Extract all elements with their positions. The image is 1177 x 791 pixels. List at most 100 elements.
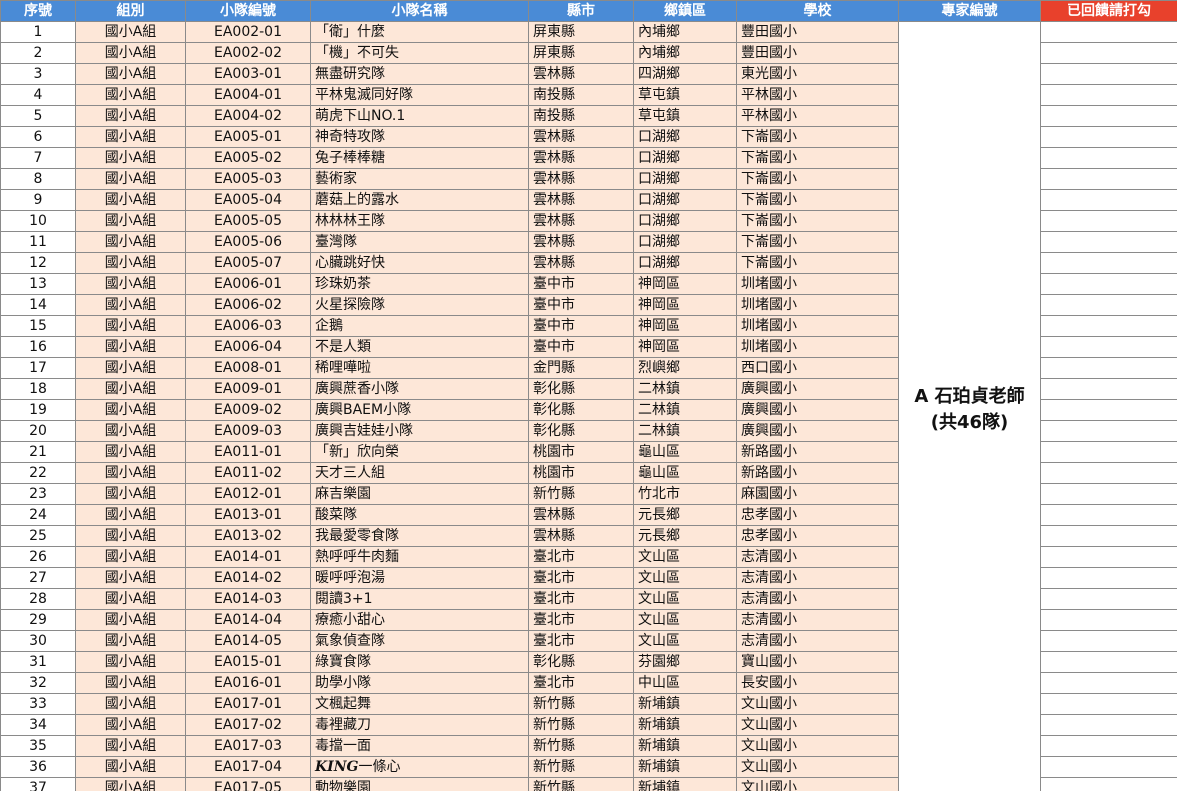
cell-index[interactable]: 25 [0, 525, 76, 547]
cell-county[interactable]: 新竹縣 [528, 693, 634, 715]
cell-school[interactable]: 下崙國小 [736, 252, 899, 274]
cell-township[interactable]: 元長鄉 [633, 504, 737, 526]
cell-township[interactable]: 內埔鄉 [633, 21, 737, 43]
cell-team-id[interactable]: EA005-03 [185, 168, 311, 190]
cell-team-name[interactable]: 暖呼呼泡湯 [310, 567, 529, 589]
cell-team-id[interactable]: EA017-05 [185, 777, 311, 791]
cell-township[interactable]: 文山區 [633, 609, 737, 631]
cell-county[interactable]: 屏東縣 [528, 21, 634, 43]
cell-index[interactable]: 26 [0, 546, 76, 568]
cell-team-name[interactable]: 熱呼呼牛肉麵 [310, 546, 529, 568]
cell-team-id[interactable]: EA006-02 [185, 294, 311, 316]
cell-feedback-check[interactable] [1040, 525, 1177, 547]
cell-team-id[interactable]: EA008-01 [185, 357, 311, 379]
cell-feedback-check[interactable] [1040, 420, 1177, 442]
header-cell-county[interactable]: 縣市 [528, 0, 634, 22]
cell-team-id[interactable]: EA002-01 [185, 21, 311, 43]
cell-team-name[interactable]: KING一條心 [310, 756, 529, 778]
cell-team-name[interactable]: 我最愛零食隊 [310, 525, 529, 547]
cell-township[interactable]: 神岡區 [633, 315, 737, 337]
cell-feedback-check[interactable] [1040, 147, 1177, 169]
cell-county[interactable]: 雲林縣 [528, 210, 634, 232]
cell-team-name[interactable]: 火星探險隊 [310, 294, 529, 316]
cell-group[interactable]: 國小A組 [75, 504, 186, 526]
cell-team-id[interactable]: EA002-02 [185, 42, 311, 64]
cell-county[interactable]: 金門縣 [528, 357, 634, 379]
cell-team-name[interactable]: 珍珠奶茶 [310, 273, 529, 295]
cell-team-name[interactable]: 兔子棒棒糖 [310, 147, 529, 169]
cell-team-name[interactable]: 稀哩嘩啦 [310, 357, 529, 379]
cell-team-id[interactable]: EA017-04 [185, 756, 311, 778]
cell-group[interactable]: 國小A組 [75, 357, 186, 379]
cell-feedback-check[interactable] [1040, 336, 1177, 358]
cell-township[interactable]: 烈嶼鄉 [633, 357, 737, 379]
cell-group[interactable]: 國小A組 [75, 462, 186, 484]
cell-county[interactable]: 臺北市 [528, 609, 634, 631]
cell-school[interactable]: 忠孝國小 [736, 525, 899, 547]
cell-feedback-check[interactable] [1040, 756, 1177, 778]
cell-index[interactable]: 4 [0, 84, 76, 106]
cell-county[interactable]: 臺北市 [528, 630, 634, 652]
cell-group[interactable]: 國小A組 [75, 693, 186, 715]
cell-team-id[interactable]: EA015-01 [185, 651, 311, 673]
cell-team-name[interactable]: 無盡研究隊 [310, 63, 529, 85]
cell-team-name[interactable]: 毒擋一面 [310, 735, 529, 757]
cell-index[interactable]: 29 [0, 609, 76, 631]
cell-feedback-check[interactable] [1040, 504, 1177, 526]
cell-team-id[interactable]: EA014-05 [185, 630, 311, 652]
cell-group[interactable]: 國小A組 [75, 441, 186, 463]
cell-township[interactable]: 龜山區 [633, 441, 737, 463]
cell-team-name[interactable]: 「衛」什麼 [310, 21, 529, 43]
cell-group[interactable]: 國小A組 [75, 420, 186, 442]
cell-county[interactable]: 臺中市 [528, 336, 634, 358]
cell-feedback-check[interactable] [1040, 777, 1177, 791]
cell-team-id[interactable]: EA004-02 [185, 105, 311, 127]
cell-county[interactable]: 彰化縣 [528, 399, 634, 421]
cell-group[interactable]: 國小A組 [75, 630, 186, 652]
cell-team-name[interactable]: 平林鬼滅同好隊 [310, 84, 529, 106]
cell-group[interactable]: 國小A組 [75, 210, 186, 232]
cell-index[interactable]: 18 [0, 378, 76, 400]
cell-index[interactable]: 10 [0, 210, 76, 232]
cell-group[interactable]: 國小A組 [75, 483, 186, 505]
cell-team-id[interactable]: EA009-03 [185, 420, 311, 442]
cell-group[interactable]: 國小A組 [75, 714, 186, 736]
cell-team-name[interactable]: 蘑菇上的露水 [310, 189, 529, 211]
cell-county[interactable]: 新竹縣 [528, 735, 634, 757]
cell-team-name[interactable]: 療癒小甜心 [310, 609, 529, 631]
cell-team-name[interactable]: 動物樂園 [310, 777, 529, 791]
cell-township[interactable]: 口湖鄉 [633, 147, 737, 169]
cell-feedback-check[interactable] [1040, 294, 1177, 316]
cell-team-id[interactable]: EA016-01 [185, 672, 311, 694]
header-cell-index[interactable]: 序號 [0, 0, 76, 22]
cell-school[interactable]: 下崙國小 [736, 210, 899, 232]
cell-township[interactable]: 新埔鎮 [633, 693, 737, 715]
cell-school[interactable]: 廣興國小 [736, 420, 899, 442]
cell-team-name[interactable]: 天才三人組 [310, 462, 529, 484]
cell-index[interactable]: 36 [0, 756, 76, 778]
cell-team-name[interactable]: 綠寶食隊 [310, 651, 529, 673]
cell-group[interactable]: 國小A組 [75, 546, 186, 568]
cell-school[interactable]: 新路國小 [736, 441, 899, 463]
cell-feedback-check[interactable] [1040, 588, 1177, 610]
cell-index[interactable]: 21 [0, 441, 76, 463]
cell-index[interactable]: 11 [0, 231, 76, 253]
cell-county[interactable]: 桃園市 [528, 441, 634, 463]
cell-township[interactable]: 二林鎮 [633, 378, 737, 400]
cell-school[interactable]: 平林國小 [736, 84, 899, 106]
cell-township[interactable]: 龜山區 [633, 462, 737, 484]
cell-team-id[interactable]: EA003-01 [185, 63, 311, 85]
cell-school[interactable]: 圳堵國小 [736, 315, 899, 337]
cell-county[interactable]: 臺北市 [528, 588, 634, 610]
cell-group[interactable]: 國小A組 [75, 63, 186, 85]
cell-county[interactable]: 新竹縣 [528, 756, 634, 778]
cell-county[interactable]: 雲林縣 [528, 147, 634, 169]
cell-team-id[interactable]: EA014-03 [185, 588, 311, 610]
cell-school[interactable]: 下崙國小 [736, 189, 899, 211]
cell-index[interactable]: 7 [0, 147, 76, 169]
cell-feedback-check[interactable] [1040, 441, 1177, 463]
cell-group[interactable]: 國小A組 [75, 672, 186, 694]
cell-group[interactable]: 國小A組 [75, 294, 186, 316]
cell-county[interactable]: 臺北市 [528, 567, 634, 589]
cell-team-id[interactable]: EA012-01 [185, 483, 311, 505]
